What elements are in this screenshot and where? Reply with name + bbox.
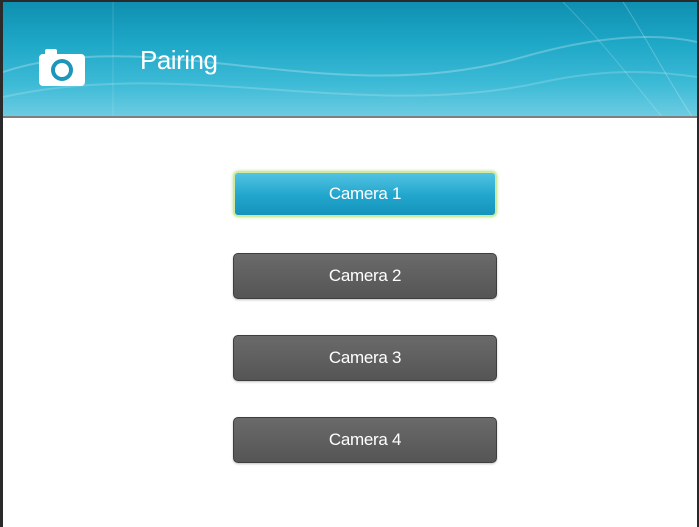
camera-1-button[interactable]: Camera 1 (233, 171, 497, 217)
camera-3-button[interactable]: Camera 3 (233, 335, 497, 381)
header-divider (3, 116, 697, 118)
camera-icon (39, 49, 85, 86)
camera-4-button[interactable]: Camera 4 (233, 417, 497, 463)
page-title: Pairing (140, 45, 218, 75)
camera-list: Camera 1 Camera 2 Camera 3 Camera 4 (3, 120, 697, 527)
header-bar: Pairing (3, 2, 697, 118)
camera-2-button[interactable]: Camera 2 (233, 253, 497, 299)
header-background-waves (3, 2, 697, 118)
pairing-screen: Pairing Camera 1 Camera 2 Camera 3 Camer… (0, 0, 699, 527)
